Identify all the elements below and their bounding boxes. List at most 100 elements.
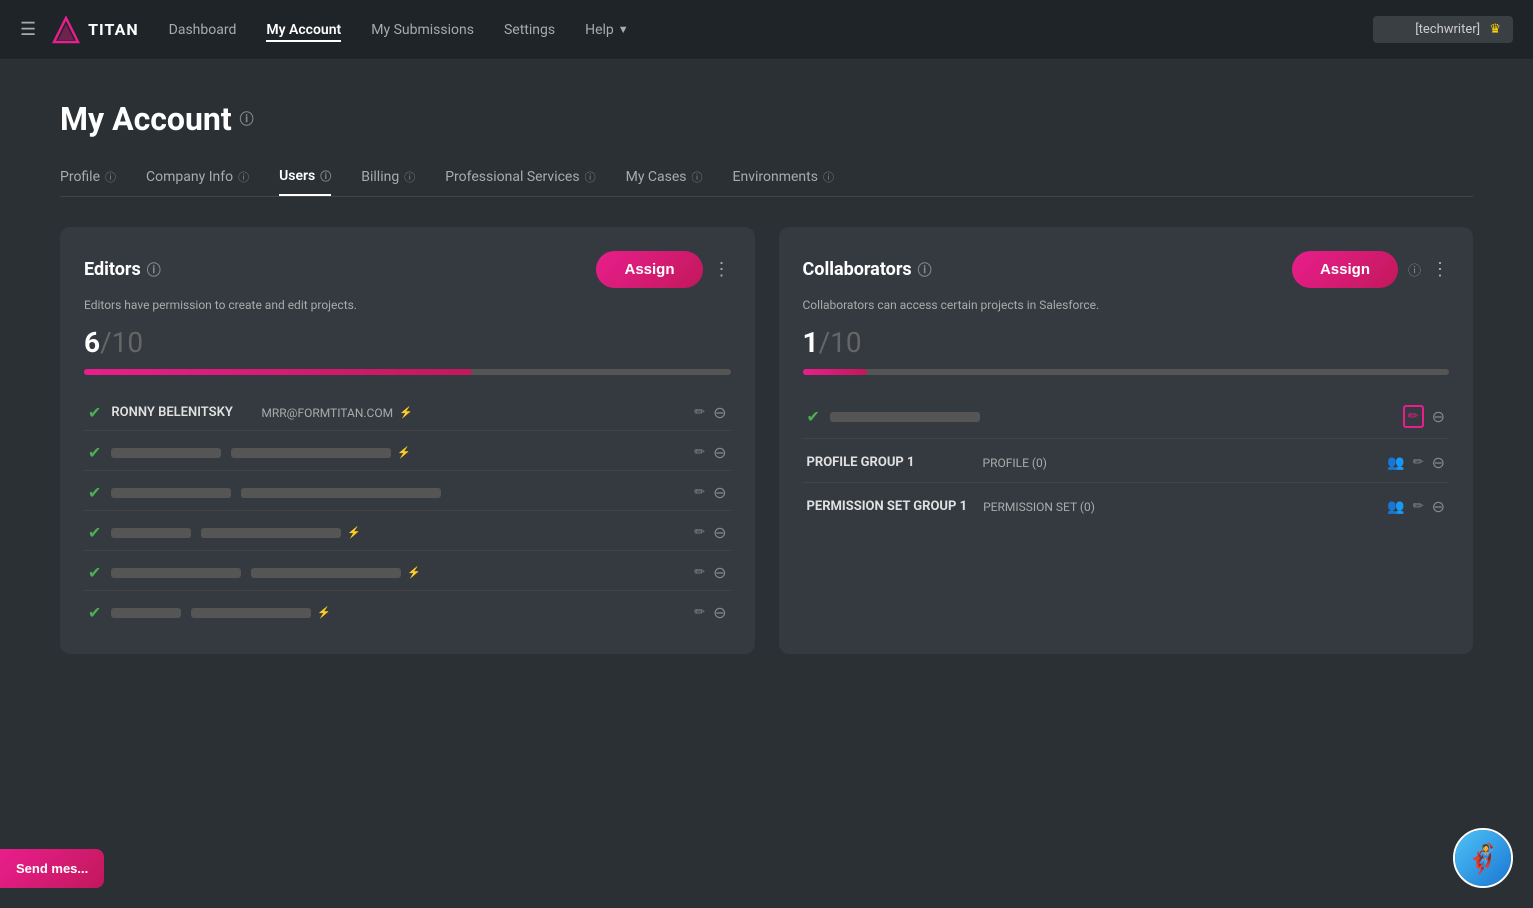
- table-row: ✔ ⚡ ✏ ⊖: [84, 555, 731, 591]
- user-active-icon: ✔: [88, 523, 101, 542]
- collaborators-card-header: Collaborators ⓘ Assign ⓘ ⋮: [803, 251, 1450, 288]
- editors-card-header-right: Assign ⋮: [596, 251, 730, 288]
- user-email: ⚡: [201, 526, 684, 539]
- user-email: ⚡: [251, 566, 684, 579]
- collaborators-usage-count: 1/10: [803, 326, 1450, 359]
- nav-links: Dashboard My Account My Submissions Sett…: [169, 18, 1373, 42]
- nav-link-help[interactable]: Help ▼: [585, 18, 629, 42]
- collaborators-info-icon[interactable]: ⓘ: [918, 260, 932, 280]
- user-actions: ✏ ⊖: [694, 483, 726, 502]
- edit-icon[interactable]: ✏: [1413, 499, 1424, 514]
- edit-icon-highlighted[interactable]: ✏: [1403, 405, 1424, 428]
- collaborators-assign-button[interactable]: Assign: [1292, 251, 1398, 288]
- collaborators-card-header-right: Assign ⓘ ⋮: [1292, 251, 1449, 288]
- user-name-blurred: [830, 412, 980, 422]
- user-active-icon: ✔: [88, 483, 101, 502]
- group-people-icon[interactable]: 👥: [1387, 455, 1404, 471]
- collaborators-card-description: Collaborators can access certain project…: [803, 298, 1450, 312]
- table-row: PERMISSION SET GROUP 1 PERMISSION SET (0…: [803, 487, 1450, 526]
- navbar: ☰ TITAN Dashboard My Account My Submissi…: [0, 0, 1533, 60]
- editors-progress-bar-fill: [84, 369, 472, 375]
- group-people-icon[interactable]: 👥: [1387, 499, 1404, 515]
- send-message-button[interactable]: Send mes...: [0, 849, 104, 888]
- tab-companyinfo-info-icon: ⓘ: [238, 169, 249, 185]
- edit-icon[interactable]: ✏: [694, 485, 705, 500]
- nav-right: [techwriter] ♛: [1373, 16, 1513, 43]
- lightning-icon: ⚡: [399, 406, 413, 419]
- editors-card-header: Editors ⓘ Assign ⋮: [84, 251, 731, 288]
- tab-my-cases[interactable]: My Cases ⓘ: [626, 168, 703, 196]
- titan-logo-icon: [52, 16, 80, 44]
- tab-profile[interactable]: Profile ⓘ: [60, 168, 116, 196]
- table-row: ✔ RONNY BELENITSKY MRR@FORMTITAN.COM ⚡ ✏…: [84, 395, 731, 431]
- table-row: ✔ ⚡ ✏ ⊖: [84, 435, 731, 471]
- remove-icon[interactable]: ⊖: [713, 603, 726, 622]
- support-avatar-button[interactable]: 🦸: [1453, 828, 1513, 888]
- collaborators-card-title: Collaborators ⓘ: [803, 259, 932, 280]
- lightning-icon: ⚡: [397, 446, 411, 459]
- editors-usage-count: 6/10: [84, 326, 731, 359]
- editors-card-title: Editors ⓘ: [84, 259, 161, 280]
- edit-icon[interactable]: ✏: [694, 565, 705, 580]
- hamburger-menu[interactable]: ☰: [20, 19, 36, 40]
- editors-more-icon[interactable]: ⋮: [713, 259, 731, 280]
- tab-users[interactable]: Users ⓘ: [279, 168, 331, 196]
- nav-link-myaccount[interactable]: My Account: [266, 18, 341, 42]
- nav-link-settings[interactable]: Settings: [504, 18, 555, 42]
- editors-assign-button[interactable]: Assign: [596, 251, 702, 288]
- tab-environments[interactable]: Environments ⓘ: [733, 168, 834, 196]
- support-avatar: 🦸: [1455, 830, 1511, 886]
- edit-icon[interactable]: ✏: [1413, 455, 1424, 470]
- table-row: PROFILE GROUP 1 PROFILE (0) 👥 ✏ ⊖: [803, 443, 1450, 483]
- cards-row: Editors ⓘ Assign ⋮ Editors have permissi…: [60, 227, 1473, 654]
- user-email: [241, 488, 684, 498]
- lightning-icon: ⚡: [347, 526, 361, 539]
- tab-mycases-info-icon: ⓘ: [692, 169, 703, 185]
- tab-billing-info-icon: ⓘ: [404, 169, 415, 185]
- nav-link-dashboard[interactable]: Dashboard: [169, 18, 237, 42]
- user-active-icon: ✔: [88, 403, 101, 422]
- nav-user-box[interactable]: [techwriter] ♛: [1373, 16, 1513, 43]
- table-row: ✔ ✏ ⊖: [84, 475, 731, 511]
- user-active-icon: ✔: [807, 407, 820, 426]
- collaborators-more-icon[interactable]: ⋮: [1431, 259, 1449, 280]
- user-email: MRR@FORMTITAN.COM ⚡: [261, 406, 684, 420]
- group-type: PROFILE (0): [983, 456, 1372, 470]
- user-actions: ✏ ⊖: [694, 603, 726, 622]
- tab-profile-info-icon: ⓘ: [105, 169, 116, 185]
- remove-icon[interactable]: ⊖: [713, 523, 726, 542]
- tabs: Profile ⓘ Company Info ⓘ Users ⓘ Billing…: [60, 168, 1473, 197]
- user-name-blurred: [111, 608, 181, 618]
- lightning-icon: ⚡: [407, 566, 421, 579]
- remove-icon[interactable]: ⊖: [713, 443, 726, 462]
- remove-icon[interactable]: ⊖: [713, 403, 726, 422]
- user-email: ⚡: [231, 446, 684, 459]
- remove-icon[interactable]: ⊖: [1432, 407, 1445, 426]
- edit-icon[interactable]: ✏: [694, 405, 705, 420]
- remove-icon[interactable]: ⊖: [1432, 497, 1445, 516]
- editors-info-icon[interactable]: ⓘ: [147, 260, 161, 280]
- group-actions: 👥 ✏ ⊖: [1387, 453, 1445, 472]
- user-name-blurred: [111, 568, 241, 578]
- edit-icon[interactable]: ✏: [694, 445, 705, 460]
- nav-logo: TITAN: [52, 16, 139, 44]
- edit-icon[interactable]: ✏: [694, 605, 705, 620]
- tab-billing[interactable]: Billing ⓘ: [361, 168, 415, 196]
- edit-icon[interactable]: ✏: [694, 525, 705, 540]
- remove-icon[interactable]: ⊖: [713, 483, 726, 502]
- page-title-info-icon[interactable]: ⓘ: [240, 109, 254, 129]
- tab-environments-info-icon: ⓘ: [823, 169, 834, 185]
- remove-icon[interactable]: ⊖: [1432, 453, 1445, 472]
- user-actions: ✏ ⊖: [694, 563, 726, 582]
- remove-icon[interactable]: ⊖: [713, 563, 726, 582]
- user-active-icon: ✔: [88, 443, 101, 462]
- tab-company-info[interactable]: Company Info ⓘ: [146, 168, 249, 196]
- nav-link-mysubmissions[interactable]: My Submissions: [371, 18, 474, 42]
- editors-progress-bar-bg: [84, 369, 731, 375]
- page-content: My Account ⓘ Profile ⓘ Company Info ⓘ Us…: [0, 60, 1533, 694]
- collaborators-card: Collaborators ⓘ Assign ⓘ ⋮ Collaborators…: [779, 227, 1474, 654]
- tab-professional-services[interactable]: Professional Services ⓘ: [445, 168, 595, 196]
- collaborators-user-list: ✔ ✏ ⊖ PROFILE GROUP 1 PROFILE (0) 👥 ✏: [803, 395, 1450, 526]
- collaborators-progress-bar-bg: [803, 369, 1450, 375]
- nav-logo-text: TITAN: [88, 20, 139, 39]
